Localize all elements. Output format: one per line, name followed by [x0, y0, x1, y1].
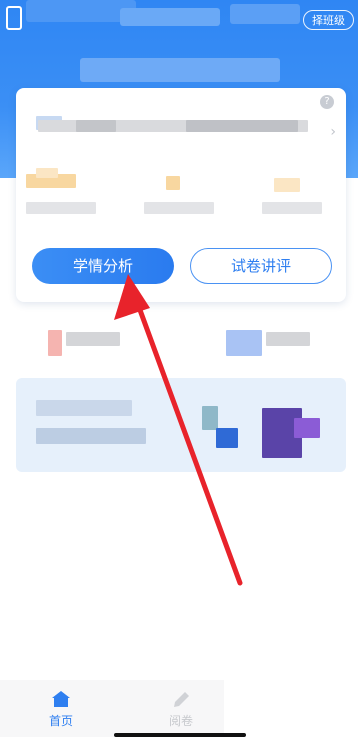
shortcut-label — [266, 332, 310, 346]
pixelated-text — [76, 120, 116, 132]
summary-card: ? › 学情分析 试卷讲评 — [16, 88, 346, 302]
stat-label — [144, 202, 214, 214]
stat-value — [274, 178, 300, 192]
tab-grading-label: 阅卷 — [168, 714, 193, 728]
tab-grading[interactable]: 阅卷 — [141, 690, 221, 729]
shortcut-label — [66, 332, 120, 346]
exam-review-button[interactable]: 试卷讲评 — [190, 248, 332, 284]
home-icon — [52, 691, 70, 707]
tab-home[interactable]: 首页 — [21, 690, 101, 729]
home-indicator — [114, 733, 246, 737]
feature-banner[interactable] — [16, 378, 346, 472]
stat-label — [26, 202, 96, 214]
stat-label — [262, 202, 322, 214]
shortcut-icon[interactable] — [48, 330, 62, 356]
pixelated-title — [230, 4, 300, 24]
shortcut-row — [0, 300, 358, 360]
stat-value — [36, 168, 58, 178]
chevron-right-icon[interactable]: › — [330, 124, 336, 140]
pixelated-title — [120, 8, 220, 26]
pixelated-text — [186, 120, 298, 132]
pixelated-subtitle — [80, 58, 280, 82]
banner-image — [294, 418, 320, 438]
shortcut-icon[interactable] — [226, 330, 262, 356]
scan-icon[interactable] — [6, 6, 22, 30]
help-icon[interactable]: ? — [320, 95, 334, 109]
banner-image — [216, 428, 238, 448]
bottom-tab-bar: 首页 阅卷 — [0, 680, 224, 737]
banner-image — [202, 406, 218, 430]
stat-value — [166, 176, 180, 190]
learning-analysis-button[interactable]: 学情分析 — [32, 248, 174, 284]
pixelated-text — [36, 428, 146, 444]
pen-icon — [174, 692, 189, 707]
class-select-button[interactable]: 择班级 — [303, 10, 354, 30]
pixelated-text — [36, 400, 132, 416]
tab-home-label: 首页 — [48, 714, 73, 728]
